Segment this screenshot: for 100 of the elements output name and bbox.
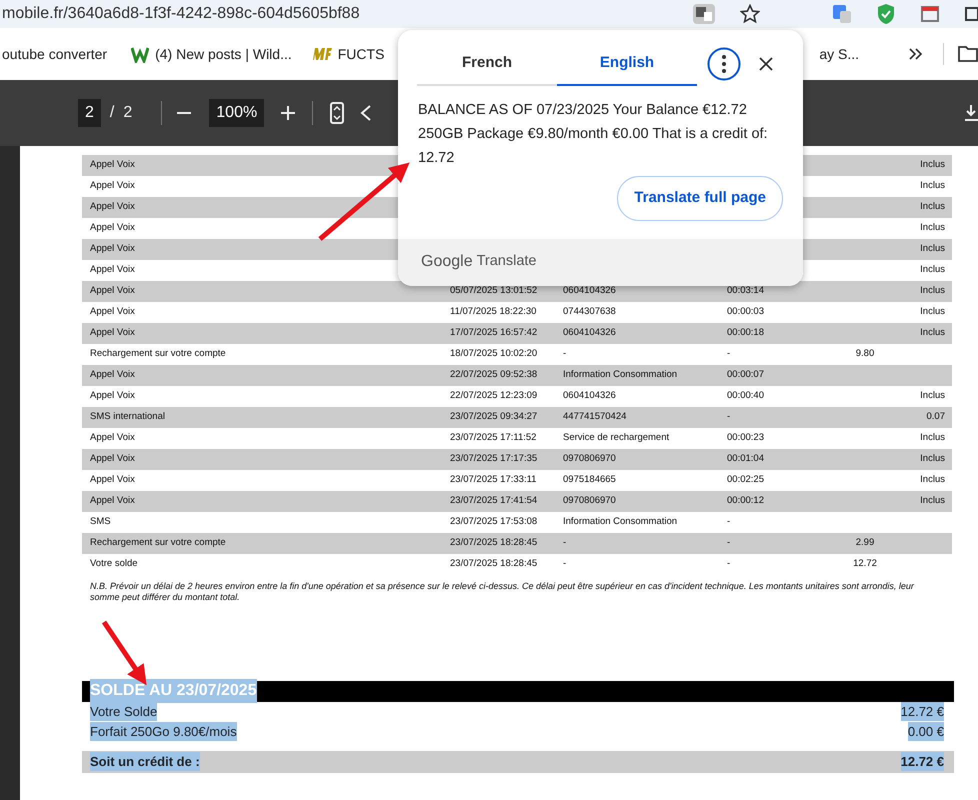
row-number: Information Consommation — [563, 515, 678, 530]
row-type: Appel Voix — [89, 179, 136, 194]
window-icon[interactable] — [920, 4, 940, 24]
page-total: 2 — [123, 103, 132, 123]
row-date: 23/07/2025 18:28:45 — [450, 536, 538, 550]
summary-amount: 12.72 € — [900, 702, 944, 722]
mf-logo-icon — [312, 47, 332, 61]
row-type: Appel Voix — [89, 431, 136, 446]
row-date: 23/07/2025 17:53:08 — [450, 515, 538, 530]
translate-label: Translate — [476, 252, 536, 272]
page-number-field[interactable]: 2 — [78, 99, 101, 127]
row-credit: 12.72 — [852, 557, 878, 572]
row-date: 23/07/2025 18:28:45 — [450, 557, 538, 572]
language-tab[interactable]: French — [417, 42, 557, 86]
row-number: 0744307638 — [563, 305, 617, 320]
row-number: 0970806970 — [563, 452, 617, 466]
fit-page-icon[interactable] — [329, 102, 346, 124]
row-type: Appel Voix — [89, 305, 136, 320]
row-type: Appel Voix — [89, 221, 136, 236]
row-duration: - — [727, 410, 732, 424]
row-debit: Inclus — [919, 305, 946, 320]
row-type: Appel Voix — [89, 263, 136, 278]
row-date: 23/07/2025 17:11:52 — [450, 431, 538, 446]
row-duration: 00:01:04 — [727, 452, 765, 466]
bookmark-item[interactable]: outube converter — [2, 44, 108, 64]
row-type: Rechargement sur votre compte — [89, 536, 227, 550]
language-tab[interactable]: English — [557, 42, 697, 86]
row-duration: - — [727, 557, 732, 572]
row-type: SMS international — [89, 410, 166, 424]
translate-full-page-button[interactable]: Translate full page — [617, 176, 783, 220]
star-icon[interactable] — [740, 4, 760, 24]
row-number: 0975184665 — [563, 473, 617, 488]
translate-icon[interactable] — [692, 3, 716, 25]
row-type: Votre solde — [89, 557, 139, 572]
row-duration: 00:00:03 — [727, 305, 765, 320]
row-date: 23/07/2025 09:34:27 — [450, 410, 538, 424]
row-duration: 00:02:25 — [727, 473, 765, 488]
row-duration: - — [727, 347, 732, 362]
row-debit: Inclus — [919, 221, 946, 236]
row-type: Appel Voix — [89, 200, 136, 214]
row-debit: Inclus — [919, 263, 946, 278]
row-type: Appel Voix — [89, 389, 136, 404]
row-date: 22/07/2025 12:23:09 — [450, 389, 538, 404]
row-number: - — [563, 557, 568, 572]
row-type: SMS — [89, 515, 112, 530]
chevron-icon[interactable] — [909, 48, 923, 60]
row-type: Appel Voix — [89, 242, 136, 256]
page-separator: / — [110, 103, 114, 123]
row-duration: 00:00:12 — [727, 494, 765, 508]
row-credit: 2.99 — [854, 536, 876, 550]
row-credit: 9.80 — [854, 347, 876, 362]
more-options-icon[interactable] — [707, 47, 741, 81]
row-duration: 00:03:14 — [727, 284, 765, 298]
row-type: Appel Voix — [89, 368, 136, 382]
row-number: 0604104326 — [563, 389, 617, 404]
row-date: 17/07/2025 16:57:42 — [450, 326, 538, 340]
zoom-in-icon[interactable] — [280, 105, 296, 121]
footnote: N.B. Prévoir un délai de 2 heures environ entre la fin d'une opération et sa présence sur le relevé ci-dessus. Ce délai peut être supérieur en cas d'incident technique. Les montants unitaires sont arrondis, leur somme peut différer du montant total. — [90, 581, 916, 603]
row-type: Appel Voix — [89, 452, 136, 466]
row-type: Appel Voix — [89, 473, 136, 488]
row-duration: - — [727, 515, 732, 530]
row-date: 18/07/2025 10:02:20 — [450, 347, 538, 362]
row-debit: Inclus — [919, 284, 946, 298]
row-debit: Inclus — [919, 200, 946, 214]
download-icon[interactable] — [964, 104, 978, 122]
row-debit: Inclus — [919, 452, 946, 466]
summary-label: Soit un crédit de : — [90, 752, 200, 772]
w-logo-icon — [131, 45, 150, 63]
bookmark-item[interactable]: FUCTS — [312, 44, 384, 64]
row-number: 0604104326 — [563, 326, 617, 340]
row-type: Appel Voix — [89, 158, 136, 172]
row-debit: 0.07 — [926, 410, 946, 424]
row-number: - — [563, 536, 568, 550]
row-duration: 00:00:07 — [727, 368, 765, 382]
row-number: 447741570424 — [563, 410, 628, 424]
folder-icon[interactable] — [958, 46, 978, 62]
row-date: 23/07/2025 17:33:11 — [450, 473, 538, 488]
shield-icon[interactable] — [876, 3, 896, 25]
summary-title: SOLDE AU 23/07/2025 — [90, 679, 257, 704]
row-duration: 00:00:18 — [727, 326, 765, 340]
row-debit: Inclus — [919, 494, 946, 508]
summary-amount: 0.00 € — [908, 722, 944, 742]
row-date: 05/07/2025 13:01:52 — [450, 284, 538, 298]
row-duration: 00:00:23 — [727, 431, 765, 446]
bookmark-item[interactable]: (4) New posts | Wild... — [131, 44, 292, 64]
summary-amount: 12.72 € — [900, 752, 944, 772]
row-number: Information Consommation — [563, 368, 678, 382]
translated-text: BALANCE AS OF 07/23/2025 Your Balance €12.72 250GB Package €9.80/month €0.00 That is a credit of: 12.72 — [417, 101, 769, 168]
translate-extension-icon[interactable] — [832, 4, 852, 24]
bookmark-item[interactable]: ay S... — [819, 44, 859, 64]
annotation-arrow — [102, 620, 147, 686]
close-icon[interactable] — [759, 57, 773, 71]
zoom-field[interactable]: 100% — [209, 99, 264, 127]
row-date: 11/07/2025 18:22:30 — [450, 305, 538, 320]
row-debit: Inclus — [919, 179, 946, 194]
row-duration: 00:00:40 — [727, 389, 765, 404]
row-type: Appel Voix — [89, 494, 136, 508]
row-type: Appel Voix — [89, 284, 136, 298]
row-number: 0604104326 — [563, 284, 617, 298]
google-logo: Google — [421, 252, 473, 272]
